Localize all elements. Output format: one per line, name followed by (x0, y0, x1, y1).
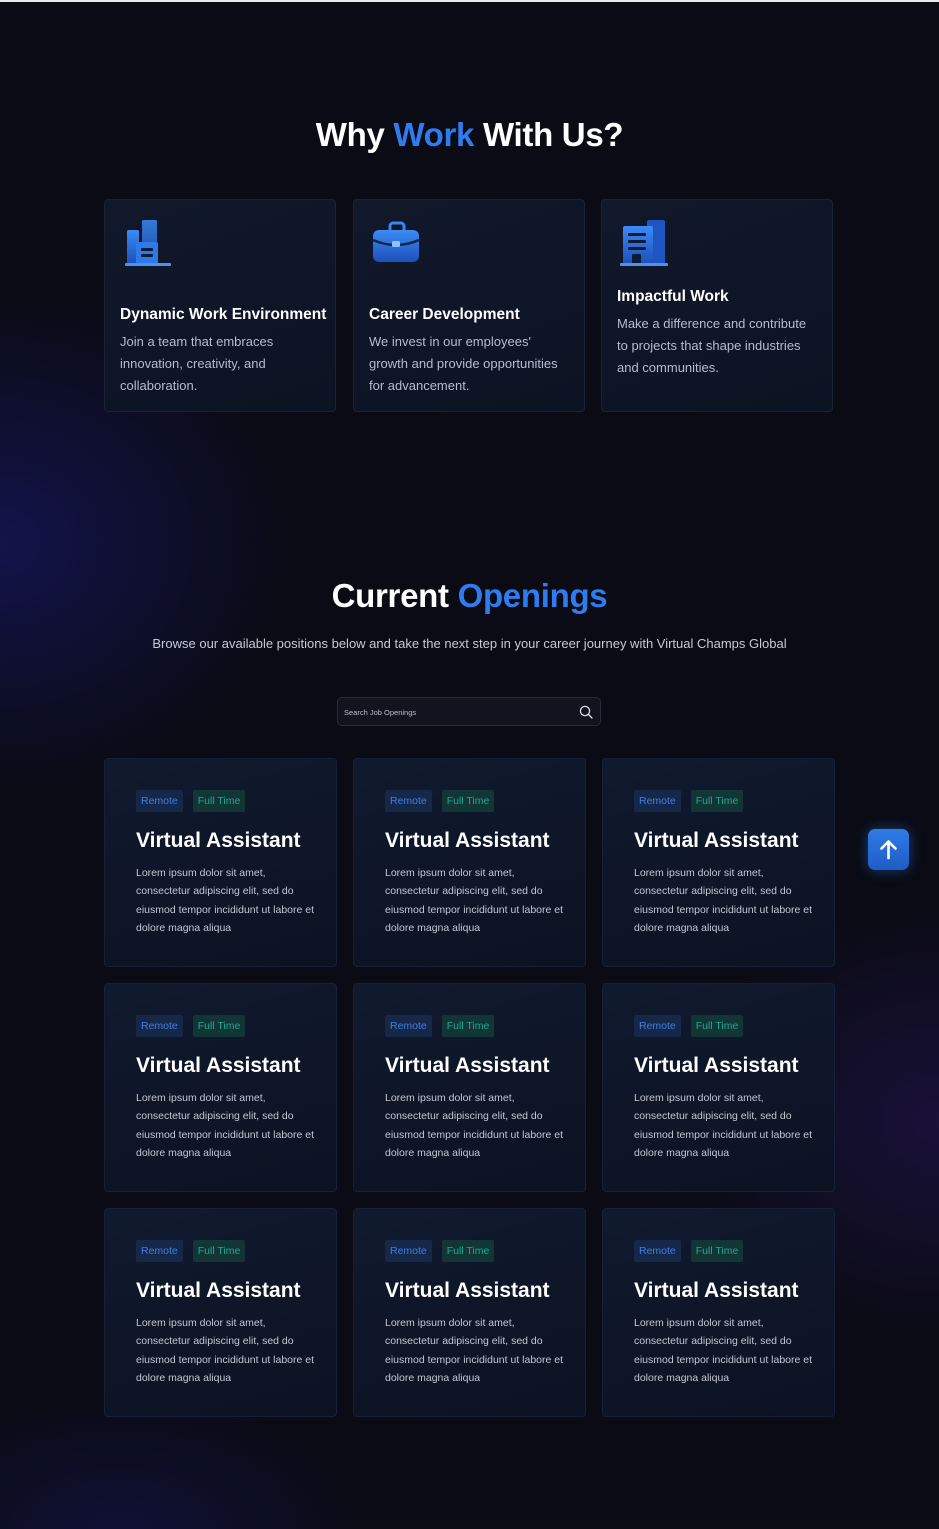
job-description: Lorem ipsum dolor sit amet, consectetur … (136, 867, 315, 934)
why-title-accent: Work (393, 116, 475, 153)
remote-tag: Remote (385, 1015, 432, 1037)
why-card-title: Dynamic Work Environment (120, 306, 327, 323)
full-time-tag: Full Time (690, 790, 744, 812)
why-card-text: Make a difference and contribute to proj… (617, 316, 807, 375)
job-card[interactable]: Remote Full Time Virtual Assistant Lorem… (602, 983, 835, 1192)
job-card[interactable]: Remote Full Time Virtual Assistant Lorem… (602, 1208, 835, 1417)
job-card[interactable]: Remote Full Time Virtual Assistant Lorem… (353, 983, 586, 1192)
why-card-title: Impactful Work (617, 288, 729, 305)
full-time-tag: Full Time (441, 1240, 495, 1262)
remote-tag: Remote (136, 1240, 183, 1262)
why-card-career-development: Career Development We invest in our empl… (353, 199, 585, 412)
search-icon[interactable] (579, 705, 593, 719)
job-search-box (337, 697, 601, 726)
openings-section-title: Current Openings (0, 577, 939, 615)
full-time-tag: Full Time (441, 1015, 495, 1037)
job-tags: Remote Full Time (634, 790, 744, 812)
job-description: Lorem ipsum dolor sit amet, consectetur … (634, 1317, 813, 1384)
full-time-tag: Full Time (441, 790, 495, 812)
job-description: Lorem ipsum dolor sit amet, consectetur … (385, 1092, 564, 1159)
why-title-suffix: With Us? (474, 116, 624, 153)
job-title[interactable]: Virtual Assistant (634, 1279, 799, 1303)
why-card-text: We invest in our employees' growth and p… (369, 334, 558, 393)
job-title[interactable]: Virtual Assistant (136, 1279, 301, 1303)
scroll-to-top-button[interactable] (868, 829, 909, 870)
job-description: Lorem ipsum dolor sit amet, consectetur … (634, 867, 813, 934)
job-tags: Remote Full Time (136, 1015, 246, 1037)
job-card[interactable]: Remote Full Time Virtual Assistant Lorem… (602, 758, 835, 967)
job-description: Lorem ipsum dolor sit amet, consectetur … (385, 867, 564, 934)
why-card-text: Join a team that embraces innovation, cr… (120, 334, 274, 393)
job-description: Lorem ipsum dolor sit amet, consectetur … (136, 1317, 315, 1384)
job-card[interactable]: Remote Full Time Virtual Assistant Lorem… (104, 758, 337, 967)
full-time-tag: Full Time (690, 1240, 744, 1262)
why-card-title: Career Development (369, 306, 520, 323)
job-tags: Remote Full Time (634, 1240, 744, 1262)
job-card[interactable]: Remote Full Time Virtual Assistant Lorem… (353, 758, 586, 967)
briefcase-icon (372, 221, 420, 262)
job-tags: Remote Full Time (385, 1015, 495, 1037)
job-title[interactable]: Virtual Assistant (634, 1054, 799, 1078)
page: Why Work With Us? Dynamic Work Environme… (0, 0, 939, 1529)
why-card-dynamic-work: Dynamic Work Environment Join a team tha… (104, 199, 336, 412)
job-tags: Remote Full Time (136, 1240, 246, 1262)
job-tags: Remote Full Time (385, 790, 495, 812)
job-tags: Remote Full Time (634, 1015, 744, 1037)
job-description: Lorem ipsum dolor sit amet, consectetur … (385, 1317, 564, 1384)
job-description: Lorem ipsum dolor sit amet, consectetur … (136, 1092, 315, 1159)
remote-tag: Remote (136, 1015, 183, 1037)
openings-title-prefix: Current (331, 577, 458, 614)
remote-tag: Remote (385, 1240, 432, 1262)
job-title[interactable]: Virtual Assistant (634, 829, 799, 853)
job-tags: Remote Full Time (385, 1240, 495, 1262)
remote-tag: Remote (136, 790, 183, 812)
job-grid: Remote Full Time Virtual Assistant Lorem… (104, 758, 835, 1417)
job-title[interactable]: Virtual Assistant (385, 1054, 550, 1078)
job-search-input[interactable] (344, 703, 564, 721)
remote-tag: Remote (634, 790, 681, 812)
job-description: Lorem ipsum dolor sit amet, consectetur … (634, 1092, 813, 1159)
remote-tag: Remote (385, 790, 432, 812)
remote-tag: Remote (634, 1015, 681, 1037)
why-card-impactful-work: Impactful Work Make a difference and con… (601, 199, 833, 412)
job-tags: Remote Full Time (136, 790, 246, 812)
office-buildings-icon (125, 220, 171, 266)
job-title[interactable]: Virtual Assistant (385, 829, 550, 853)
full-time-tag: Full Time (192, 790, 246, 812)
why-title-prefix: Why (315, 116, 394, 153)
job-title[interactable]: Virtual Assistant (136, 1054, 301, 1078)
openings-title-accent: Openings (457, 577, 608, 614)
why-section-title: Why Work With Us? (0, 116, 939, 154)
job-card[interactable]: Remote Full Time Virtual Assistant Lorem… (104, 983, 337, 1192)
job-card[interactable]: Remote Full Time Virtual Assistant Lorem… (353, 1208, 586, 1417)
openings-subtitle: Browse our available positions below and… (152, 636, 787, 651)
arrow-up-icon (880, 840, 897, 860)
full-time-tag: Full Time (192, 1015, 246, 1037)
building-icon (620, 220, 668, 266)
job-title[interactable]: Virtual Assistant (385, 1279, 550, 1303)
job-title[interactable]: Virtual Assistant (136, 829, 301, 853)
job-card[interactable]: Remote Full Time Virtual Assistant Lorem… (104, 1208, 337, 1417)
remote-tag: Remote (634, 1240, 681, 1262)
full-time-tag: Full Time (192, 1240, 246, 1262)
full-time-tag: Full Time (690, 1015, 744, 1037)
